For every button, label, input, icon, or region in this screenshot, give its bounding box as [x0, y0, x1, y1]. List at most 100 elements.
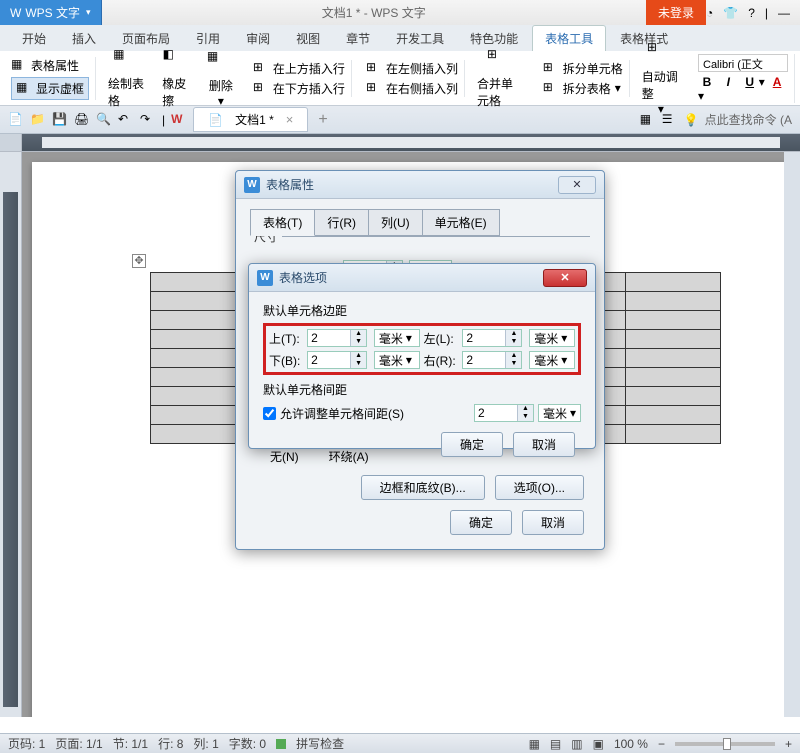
horizontal-ruler[interactable]: [0, 134, 800, 152]
preview-icon[interactable]: 🔍: [96, 112, 112, 128]
view-web-icon[interactable]: ▤: [550, 737, 561, 751]
app-menu-button[interactable]: W WPS 文字: [0, 0, 102, 25]
insert-col-left[interactable]: ⊞在左侧插入列: [366, 60, 458, 77]
command-search[interactable]: 点此查找命令 (A: [705, 111, 792, 128]
split-table[interactable]: ⊞拆分表格▾: [543, 80, 623, 97]
row-below-icon: ⊞: [253, 80, 269, 96]
status-spell[interactable]: 拼写检查: [296, 735, 344, 752]
tab-cell[interactable]: 单元格(E): [422, 209, 500, 236]
vertical-scrollbar[interactable]: [784, 152, 800, 717]
fullscreen-icon[interactable]: ▣: [593, 737, 604, 751]
zoom-label[interactable]: 100 %: [614, 737, 648, 751]
vertical-ruler[interactable]: [0, 152, 22, 717]
skin-icon[interactable]: ◔: [706, 6, 713, 20]
draw-table-button[interactable]: ▦绘制表格: [104, 47, 150, 109]
print-icon[interactable]: 🖨: [74, 112, 90, 128]
left-unit[interactable]: 毫米▾: [529, 329, 575, 347]
right-spinner[interactable]: ▲▼: [462, 351, 522, 369]
ok-button[interactable]: 确定: [450, 510, 512, 535]
status-pages[interactable]: 页面: 1/1: [55, 735, 102, 752]
font-selector[interactable]: Calibri (正文: [698, 54, 788, 72]
spacing-unit[interactable]: 毫米▾: [538, 404, 581, 422]
top-spinner[interactable]: ▲▼: [307, 329, 367, 347]
wps-logo-icon[interactable]: W: [171, 112, 187, 128]
tab-table[interactable]: 表格(T): [250, 209, 315, 236]
tab-row[interactable]: 行(R): [314, 209, 369, 236]
border-shading-button[interactable]: 边框和底纹(B)...: [361, 475, 485, 500]
help-icon[interactable]: ?: [748, 6, 755, 20]
login-button[interactable]: 未登录: [646, 0, 706, 25]
status-page[interactable]: 页码: 1: [8, 735, 45, 752]
show-grid-button[interactable]: ▦显示虚框: [11, 77, 89, 100]
ruler-corner: [0, 134, 22, 151]
zoom-in[interactable]: +: [785, 737, 792, 751]
insert-col-right[interactable]: ⊞在右侧插入列: [366, 80, 458, 97]
split-cell[interactable]: ⊞拆分单元格: [543, 60, 623, 77]
left-spinner[interactable]: ▲▼: [462, 329, 522, 347]
redo-icon[interactable]: ↷: [140, 112, 156, 128]
spacing-spinner[interactable]: ▲▼: [474, 404, 534, 422]
italic-button[interactable]: I: [719, 75, 737, 89]
underline-button[interactable]: U: [741, 75, 759, 89]
title-bar: W WPS 文字 文档1 * - WPS 文字 未登录 ◔ 👕 ? | —: [0, 0, 800, 25]
tab-review[interactable]: 审阅: [234, 26, 282, 51]
allow-spacing-checkbox[interactable]: [263, 407, 276, 420]
tab-start[interactable]: 开始: [10, 26, 58, 51]
dialog2-ok-button[interactable]: 确定: [441, 432, 503, 457]
save-icon[interactable]: 💾: [52, 112, 68, 128]
tab-devtools[interactable]: 开发工具: [384, 26, 456, 51]
new-tab-button[interactable]: +: [318, 111, 327, 129]
tab-insert[interactable]: 插入: [60, 26, 108, 51]
open-icon[interactable]: 📁: [30, 112, 46, 128]
bottom-spinner[interactable]: ▲▼: [307, 351, 367, 369]
new-icon[interactable]: 📄: [8, 112, 24, 128]
view-print-icon[interactable]: ▦: [529, 737, 540, 751]
cancel-button[interactable]: 取消: [522, 510, 584, 535]
top-unit[interactable]: 毫米▾: [374, 329, 420, 347]
tab-section[interactable]: 章节: [334, 26, 382, 51]
status-chars[interactable]: 字数: 0: [229, 735, 266, 752]
table-properties-button[interactable]: ▦表格属性: [11, 57, 89, 74]
zoom-slider[interactable]: [675, 742, 775, 746]
dialog2-titlebar[interactable]: W 表格选项 ✕: [249, 264, 595, 292]
menu-icon[interactable]: ☰: [662, 112, 678, 128]
right-unit[interactable]: 毫米▾: [529, 351, 575, 369]
options-button[interactable]: 选项(O)...: [495, 475, 584, 500]
fontcolor-button[interactable]: A: [768, 75, 786, 89]
table-move-handle[interactable]: ✥: [132, 254, 146, 268]
grid-icon[interactable]: ▦: [640, 112, 656, 128]
tab-column[interactable]: 列(U): [368, 209, 423, 236]
delete-button[interactable]: ▦删除▾: [203, 49, 239, 108]
autofit-button[interactable]: ⊞自动调整▾: [638, 40, 684, 116]
minimize-button[interactable]: —: [778, 6, 790, 20]
margin-legend: 默认单元格边距: [263, 302, 581, 319]
bold-button[interactable]: B: [698, 75, 716, 89]
dialog-close-button[interactable]: ✕: [558, 176, 596, 194]
insert-row-below[interactable]: ⊞在下方插入行: [253, 80, 345, 97]
dialog2-close-button[interactable]: ✕: [543, 269, 587, 287]
bottom-unit[interactable]: 毫米▾: [374, 351, 420, 369]
table-prop-icon: ▦: [11, 57, 27, 73]
grid-icon: ▦: [16, 80, 32, 96]
zoom-out[interactable]: −: [658, 737, 665, 751]
document-tab[interactable]: 📄 文档1 * ×: [193, 107, 308, 132]
status-col[interactable]: 列: 1: [193, 735, 218, 752]
undo-icon[interactable]: ↶: [118, 112, 134, 128]
title-controls: ◔ 👕 ? | —: [706, 6, 800, 20]
eraser-button[interactable]: ◧橡皮擦: [158, 47, 195, 109]
close-tab-icon[interactable]: ×: [286, 112, 294, 127]
status-section[interactable]: 节: 1/1: [113, 735, 148, 752]
tshirt-icon[interactable]: 👕: [723, 6, 738, 20]
merge-cells-button[interactable]: ⊞合并单元格: [473, 47, 529, 109]
tab-view[interactable]: 视图: [284, 26, 332, 51]
dialog2-title: 表格选项: [279, 269, 537, 286]
status-line[interactable]: 行: 8: [158, 735, 183, 752]
tab-tabletools[interactable]: 表格工具: [532, 25, 606, 51]
insert-row-above[interactable]: ⊞在上方插入行: [253, 60, 345, 77]
view-outline-icon[interactable]: ▥: [571, 737, 582, 751]
dialog-tabs: 表格(T) 行(R) 列(U) 单元格(E): [250, 209, 590, 237]
chevron-down-icon: ▾: [218, 94, 224, 108]
dialog-titlebar[interactable]: W 表格属性 ✕: [236, 171, 604, 199]
dialog2-cancel-button[interactable]: 取消: [513, 432, 575, 457]
allow-spacing-label: 允许调整单元格间距(S): [280, 405, 404, 422]
